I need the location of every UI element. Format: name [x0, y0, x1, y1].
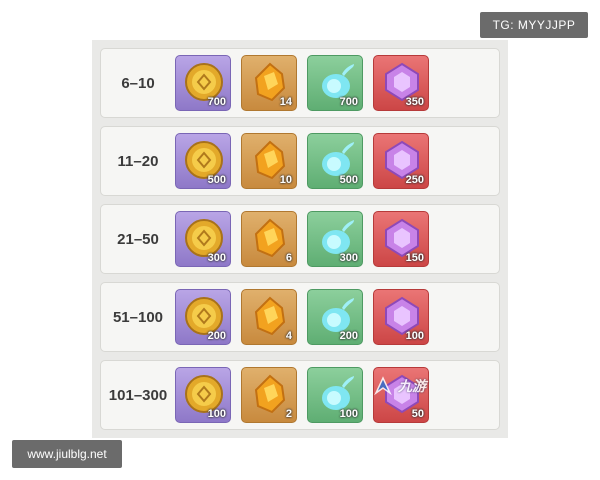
- reward-tier-row: 11–20 500 10 500 250: [100, 126, 500, 196]
- reward-count: 200: [207, 330, 226, 342]
- reward-count: 150: [405, 252, 424, 264]
- reward-count: 100: [339, 408, 358, 420]
- reward-count: 700: [339, 96, 358, 108]
- reward-tier-row: 21–50 300 6 300 150: [100, 204, 500, 274]
- reward-item-ore[interactable]: 10: [241, 133, 297, 189]
- reward-count: 300: [339, 252, 358, 264]
- reward-item-ore[interactable]: 4: [241, 289, 297, 345]
- watermark-site-label: www.jiulblg.net: [12, 440, 122, 468]
- reward-count: 250: [405, 174, 424, 186]
- reward-item-gem[interactable]: 250: [373, 133, 429, 189]
- reward-item-spirit[interactable]: 200: [307, 289, 363, 345]
- reward-item-gem[interactable]: 100: [373, 289, 429, 345]
- reward-item-ore[interactable]: 6: [241, 211, 297, 267]
- reward-count: 500: [339, 174, 358, 186]
- reward-count: 6: [285, 252, 292, 264]
- reward-tier-row: 6–10 700 14 700 350: [100, 48, 500, 118]
- reward-item-coin[interactable]: 700: [175, 55, 231, 111]
- reward-count: 500: [207, 174, 226, 186]
- reward-count: 100: [207, 408, 226, 420]
- rank-range-label: 11–20: [117, 152, 159, 170]
- reward-item-ore[interactable]: 2: [241, 367, 297, 423]
- reward-count: 10: [279, 174, 292, 186]
- reward-count: 50: [411, 408, 424, 420]
- reward-item-spirit[interactable]: 300: [307, 211, 363, 267]
- reward-item-spirit[interactable]: 100: [307, 367, 363, 423]
- rank-range-label: 21–50: [117, 230, 159, 248]
- reward-count: 200: [339, 330, 358, 342]
- reward-item-coin[interactable]: 100: [175, 367, 231, 423]
- reward-item-spirit[interactable]: 700: [307, 55, 363, 111]
- reward-count: 350: [405, 96, 424, 108]
- logo-icon: [374, 376, 392, 396]
- reward-tier-row: 51–100 200 4 200 100: [100, 282, 500, 352]
- reward-count: 4: [285, 330, 292, 342]
- reward-count: 300: [207, 252, 226, 264]
- logo-text: 九游: [398, 378, 426, 394]
- reward-item-coin[interactable]: 200: [175, 289, 231, 345]
- reward-item-coin[interactable]: 300: [175, 211, 231, 267]
- rank-range-label: 6–10: [121, 74, 155, 92]
- watermark-tg-label: TG: MYYJJPP: [480, 12, 588, 38]
- reward-count: 100: [405, 330, 424, 342]
- reward-item-gem[interactable]: 150: [373, 211, 429, 267]
- reward-item-gem[interactable]: 350: [373, 55, 429, 111]
- reward-item-spirit[interactable]: 500: [307, 133, 363, 189]
- reward-item-coin[interactable]: 500: [175, 133, 231, 189]
- reward-item-ore[interactable]: 14: [241, 55, 297, 111]
- reward-count: 14: [279, 96, 292, 108]
- rank-range-label: 101–300: [108, 386, 168, 404]
- rank-range-label: 51–100: [112, 308, 164, 326]
- reward-count: 700: [207, 96, 226, 108]
- logo-watermark: 九游: [372, 374, 462, 398]
- reward-count: 2: [285, 408, 292, 420]
